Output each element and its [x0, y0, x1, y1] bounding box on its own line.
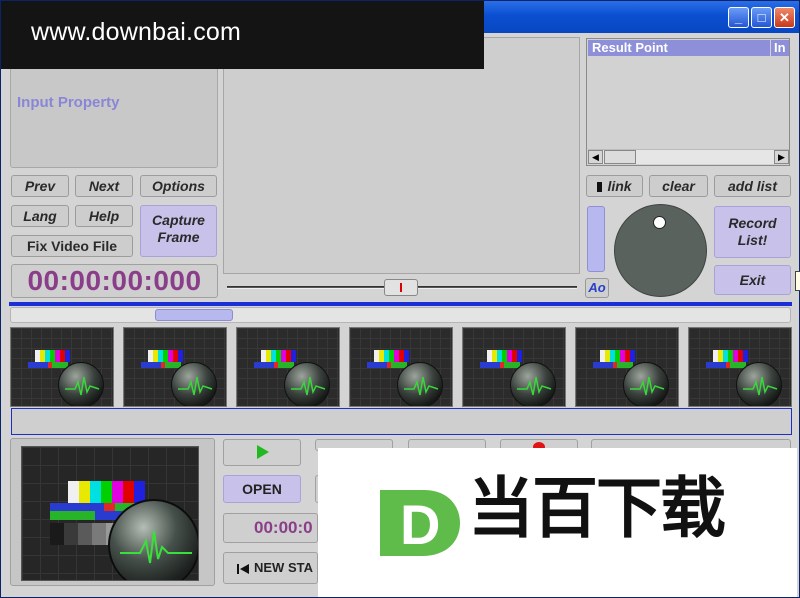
thumbnail-color-bars [35, 350, 70, 362]
list-scroll-thumb[interactable] [604, 150, 636, 164]
timeline-scrollbar[interactable] [10, 307, 791, 323]
output-preview [21, 446, 199, 581]
oscilloscope-icon [171, 362, 217, 406]
brand-watermark: D 当百下载 [318, 448, 797, 597]
color-bar [630, 350, 635, 362]
add-list-button[interactable]: add list [714, 175, 791, 197]
oscilloscope-icon [108, 499, 198, 580]
minimize-button[interactable]: _ [728, 7, 749, 28]
input-property-label: Input Property [17, 94, 120, 111]
result-point-list[interactable]: Result Point In ◀ ▶ [586, 38, 790, 166]
tooltip-edge [795, 271, 800, 291]
thumbnail-color-bars [600, 350, 635, 362]
link-label: link [607, 178, 632, 194]
link-square-icon [597, 182, 603, 192]
column-header-result-point[interactable]: Result Point [588, 40, 770, 56]
oscilloscope-icon [623, 362, 669, 406]
close-button[interactable]: ✕ [774, 7, 795, 28]
waveform-icon [120, 530, 192, 564]
color-test-bars [68, 481, 145, 503]
frame-thumbnail[interactable] [10, 327, 114, 407]
record-list-button[interactable]: Record List! [714, 206, 791, 258]
frame-thumbnail[interactable] [123, 327, 227, 407]
options-button[interactable]: Options [140, 175, 217, 197]
lang-button[interactable]: Lang [11, 205, 69, 227]
color-bar [101, 481, 112, 503]
help-button[interactable]: Help [75, 205, 133, 227]
play-icon [257, 445, 269, 459]
color-bar [79, 481, 90, 503]
color-bar [404, 350, 409, 362]
frame-thumbnail[interactable] [236, 327, 340, 407]
color-bar [90, 481, 101, 503]
maximize-button[interactable]: □ [751, 7, 772, 28]
frame-thumbnail[interactable] [575, 327, 679, 407]
new-start-label: NEW STA [254, 560, 313, 575]
frame-thumbnail[interactable] [688, 327, 792, 407]
next-button[interactable]: Next [75, 175, 133, 197]
oscilloscope-icon [736, 362, 782, 406]
oscilloscope-icon [284, 362, 330, 406]
frame-thumbnail[interactable] [349, 327, 453, 407]
video-preview [223, 37, 580, 274]
status-bar [11, 408, 792, 435]
skip-start-icon [237, 564, 249, 574]
knob-indicator [653, 216, 666, 229]
brand-logo-letter: D [400, 493, 440, 556]
color-bar [743, 350, 748, 362]
play-button[interactable] [223, 439, 301, 466]
seek-thumb[interactable] [384, 279, 418, 296]
thumbnail-color-bars [374, 350, 409, 362]
divider-bar [9, 302, 792, 306]
brand-name: 当百下载 [468, 471, 726, 545]
thumbnail-color-bars [713, 350, 748, 362]
color-bar [178, 350, 183, 362]
color-bar [68, 481, 79, 503]
color-bar [291, 350, 296, 362]
frame-thumbnail-strip [10, 327, 795, 407]
volume-slider[interactable] [587, 206, 605, 272]
prev-button[interactable]: Prev [11, 175, 69, 197]
color-bar [123, 481, 134, 503]
open-button[interactable]: OPEN [223, 475, 301, 503]
scroll-left-icon[interactable]: ◀ [588, 150, 603, 164]
fix-video-file-button[interactable]: Fix Video File [11, 235, 133, 257]
capture-frame-button[interactable]: Capture Frame [140, 205, 217, 257]
color-bar [65, 350, 70, 362]
frame-thumbnail[interactable] [462, 327, 566, 407]
output-timecode: 00:00:0 [223, 513, 318, 543]
color-bar [112, 481, 123, 503]
column-header-in[interactable]: In [771, 40, 789, 56]
oscilloscope-icon [510, 362, 556, 406]
scroll-right-icon[interactable]: ▶ [774, 150, 789, 164]
main-timecode: 00:00:00:000 [11, 264, 218, 298]
clear-button[interactable]: clear [649, 175, 708, 197]
thumbnail-color-bars [487, 350, 522, 362]
app-window: _ □ ✕ Input Property Prev Next Options L… [0, 0, 800, 598]
oscilloscope-icon [58, 362, 104, 406]
oscilloscope-icon [397, 362, 443, 406]
ao-toggle[interactable]: Ao [585, 278, 609, 298]
thumbnail-color-bars [261, 350, 296, 362]
watermark-banner: www.downbai.com [1, 1, 484, 69]
exit-button[interactable]: Exit [714, 265, 791, 295]
color-bar [517, 350, 522, 362]
brand-logo-icon: D [380, 490, 460, 556]
list-horizontal-scrollbar[interactable]: ◀ ▶ [588, 149, 789, 164]
timeline-scroll-thumb[interactable] [155, 309, 233, 321]
thumbnail-color-bars [148, 350, 183, 362]
link-button[interactable]: link [586, 175, 643, 197]
